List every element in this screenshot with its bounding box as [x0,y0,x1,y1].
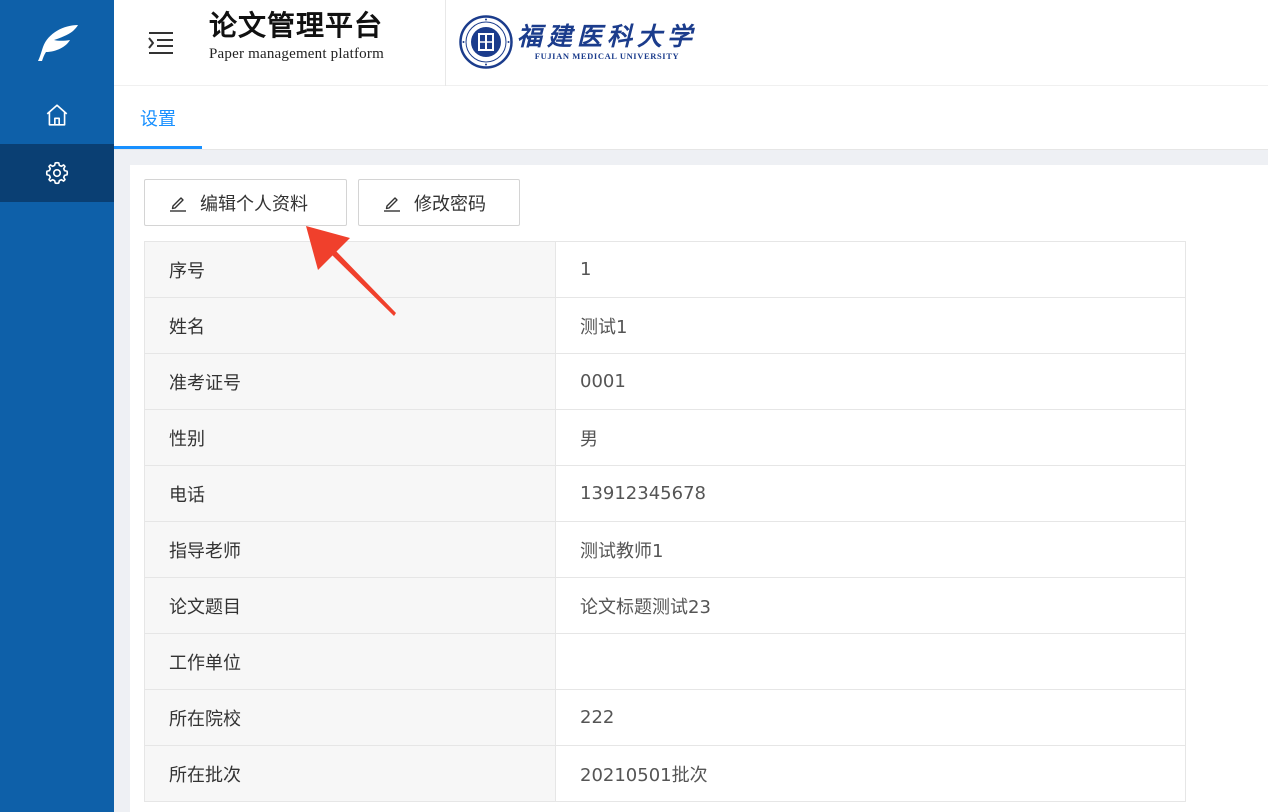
field-value [555,633,1186,690]
field-value: 男 [555,409,1186,466]
profile-table: 序号 1 姓名 测试1 准考证号 0001 性别 男 电话 1391234567… [144,241,1186,802]
field-label: 序号 [144,241,556,298]
field-label: 电话 [144,465,556,522]
sidebar-item-home[interactable] [0,86,114,144]
field-label: 论文题目 [144,577,556,634]
field-label: 准考证号 [144,353,556,410]
menu-fold-icon [148,32,173,54]
platform-brand: 论文管理平台 Paper management platform [209,8,384,63]
field-value: 0001 [555,353,1186,410]
tab-settings[interactable]: 设置 [114,86,202,150]
field-value: 测试1 [555,297,1186,354]
sidebar-item-settings[interactable] [0,144,114,202]
field-value: 1 [555,241,1186,298]
field-value: 测试教师1 [555,521,1186,578]
table-row: 性别 男 [144,409,1186,466]
home-icon [46,104,68,126]
table-row: 工作单位 [144,633,1186,690]
field-value: 13912345678 [555,465,1186,522]
field-value: 222 [555,689,1186,746]
table-row: 序号 1 [144,241,1186,298]
header-divider [445,0,446,86]
university-name-cn: 福建医科大学 [517,22,698,51]
field-label: 所在院校 [144,689,556,746]
university-logo: 福建医科大学 FUJIAN MEDICAL UNIVERSITY [459,12,697,72]
field-label: 指导老师 [144,521,556,578]
change-password-label: 修改密码 [414,193,486,215]
field-value: 论文标题测试23 [555,577,1186,634]
field-label: 姓名 [144,297,556,354]
table-row: 所在批次 20210501批次 [144,745,1186,802]
university-name-en: FUJIAN MEDICAL UNIVERSITY [534,51,680,61]
top-header: 论文管理平台 Paper management platform 福建医科大学 … [114,0,1268,86]
sidebar [0,0,114,812]
table-row: 姓名 测试1 [144,297,1186,354]
university-seal-icon [459,15,513,69]
table-row: 论文题目 论文标题测试23 [144,577,1186,634]
field-value: 20210501批次 [555,745,1186,802]
change-password-button[interactable]: 修改密码 [358,179,520,226]
tab-bar: 设置 [114,86,1268,150]
feather-logo-icon [0,0,114,86]
field-label: 工作单位 [144,633,556,690]
gear-icon [45,161,69,185]
platform-subtitle: Paper management platform [209,46,384,62]
platform-title: 论文管理平台 [209,9,384,42]
field-label: 性别 [144,409,556,466]
table-row: 指导老师 测试教师1 [144,521,1186,578]
edit-icon [170,196,186,212]
table-row: 电话 13912345678 [144,465,1186,522]
edit-icon [384,196,400,212]
edit-profile-button[interactable]: 编辑个人资料 [144,179,347,226]
table-row: 所在院校 222 [144,689,1186,746]
table-row: 准考证号 0001 [144,353,1186,410]
edit-profile-label: 编辑个人资料 [200,193,308,215]
menu-toggle-button[interactable] [146,28,176,56]
field-label: 所在批次 [144,745,556,802]
